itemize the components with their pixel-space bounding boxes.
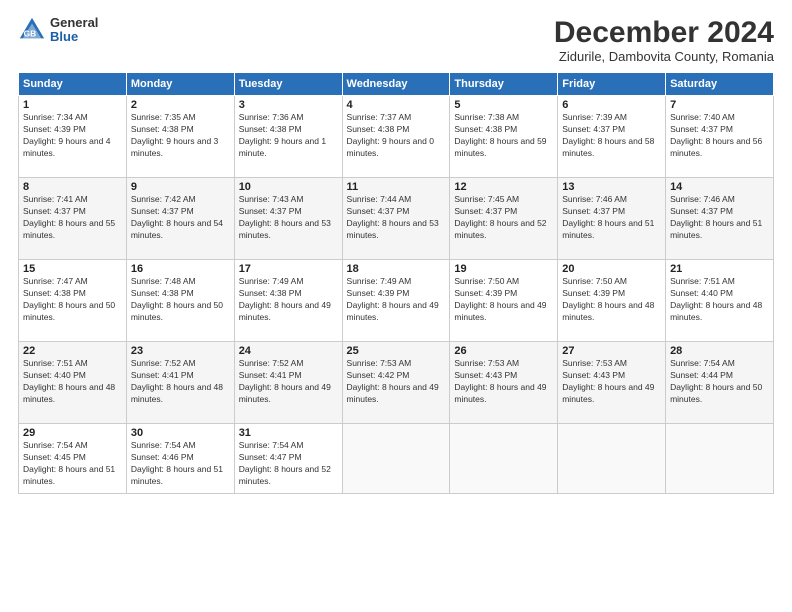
day-29: 29 Sunrise: 7:54 AM Sunset: 4:45 PM Dayl… <box>19 424 127 494</box>
logo: GB General Blue <box>18 16 98 45</box>
header: GB General Blue December 2024 Zidurile, … <box>18 16 774 64</box>
day-4: 4 Sunrise: 7:37 AM Sunset: 4:38 PM Dayli… <box>342 96 450 178</box>
day-26: 26 Sunrise: 7:53 AM Sunset: 4:43 PM Dayl… <box>450 342 558 424</box>
col-saturday: Saturday <box>666 73 774 96</box>
day-25: 25 Sunrise: 7:53 AM Sunset: 4:42 PM Dayl… <box>342 342 450 424</box>
logo-text: General Blue <box>50 16 98 45</box>
day-24: 24 Sunrise: 7:52 AM Sunset: 4:41 PM Dayl… <box>234 342 342 424</box>
day-28: 28 Sunrise: 7:54 AM Sunset: 4:44 PM Dayl… <box>666 342 774 424</box>
day-18: 18 Sunrise: 7:49 AM Sunset: 4:39 PM Dayl… <box>342 260 450 342</box>
col-sunday: Sunday <box>19 73 127 96</box>
day-10: 10 Sunrise: 7:43 AM Sunset: 4:37 PM Dayl… <box>234 178 342 260</box>
day-9: 9 Sunrise: 7:42 AM Sunset: 4:37 PM Dayli… <box>126 178 234 260</box>
empty-4 <box>666 424 774 494</box>
week-2: 8 Sunrise: 7:41 AM Sunset: 4:37 PM Dayli… <box>19 178 774 260</box>
logo-blue: Blue <box>50 30 98 44</box>
day-15: 15 Sunrise: 7:47 AM Sunset: 4:38 PM Dayl… <box>19 260 127 342</box>
col-wednesday: Wednesday <box>342 73 450 96</box>
week-1: 1 Sunrise: 7:34 AM Sunset: 4:39 PM Dayli… <box>19 96 774 178</box>
day-19: 19 Sunrise: 7:50 AM Sunset: 4:39 PM Dayl… <box>450 260 558 342</box>
day-16: 16 Sunrise: 7:48 AM Sunset: 4:38 PM Dayl… <box>126 260 234 342</box>
empty-2 <box>450 424 558 494</box>
day-11: 11 Sunrise: 7:44 AM Sunset: 4:37 PM Dayl… <box>342 178 450 260</box>
day-3: 3 Sunrise: 7:36 AM Sunset: 4:38 PM Dayli… <box>234 96 342 178</box>
day-23: 23 Sunrise: 7:52 AM Sunset: 4:41 PM Dayl… <box>126 342 234 424</box>
empty-3 <box>558 424 666 494</box>
week-5: 29 Sunrise: 7:54 AM Sunset: 4:45 PM Dayl… <box>19 424 774 494</box>
col-thursday: Thursday <box>450 73 558 96</box>
week-3: 15 Sunrise: 7:47 AM Sunset: 4:38 PM Dayl… <box>19 260 774 342</box>
day-5: 5 Sunrise: 7:38 AM Sunset: 4:38 PM Dayli… <box>450 96 558 178</box>
day-12: 12 Sunrise: 7:45 AM Sunset: 4:37 PM Dayl… <box>450 178 558 260</box>
day-14: 14 Sunrise: 7:46 AM Sunset: 4:37 PM Dayl… <box>666 178 774 260</box>
day-13: 13 Sunrise: 7:46 AM Sunset: 4:37 PM Dayl… <box>558 178 666 260</box>
day-31: 31 Sunrise: 7:54 AM Sunset: 4:47 PM Dayl… <box>234 424 342 494</box>
day-17: 17 Sunrise: 7:49 AM Sunset: 4:38 PM Dayl… <box>234 260 342 342</box>
logo-icon: GB <box>18 16 46 44</box>
week-4: 22 Sunrise: 7:51 AM Sunset: 4:40 PM Dayl… <box>19 342 774 424</box>
empty-1 <box>342 424 450 494</box>
subtitle: Zidurile, Dambovita County, Romania <box>554 49 774 64</box>
day-1: 1 Sunrise: 7:34 AM Sunset: 4:39 PM Dayli… <box>19 96 127 178</box>
day-7: 7 Sunrise: 7:40 AM Sunset: 4:37 PM Dayli… <box>666 96 774 178</box>
day-2: 2 Sunrise: 7:35 AM Sunset: 4:38 PM Dayli… <box>126 96 234 178</box>
day-22: 22 Sunrise: 7:51 AM Sunset: 4:40 PM Dayl… <box>19 342 127 424</box>
page: GB General Blue December 2024 Zidurile, … <box>0 0 792 612</box>
header-row: Sunday Monday Tuesday Wednesday Thursday… <box>19 73 774 96</box>
logo-general: General <box>50 16 98 30</box>
title-block: December 2024 Zidurile, Dambovita County… <box>554 16 774 64</box>
day-21: 21 Sunrise: 7:51 AM Sunset: 4:40 PM Dayl… <box>666 260 774 342</box>
month-title: December 2024 <box>554 16 774 49</box>
col-friday: Friday <box>558 73 666 96</box>
day-20: 20 Sunrise: 7:50 AM Sunset: 4:39 PM Dayl… <box>558 260 666 342</box>
svg-text:GB: GB <box>24 29 37 39</box>
calendar: Sunday Monday Tuesday Wednesday Thursday… <box>18 72 774 494</box>
day-30: 30 Sunrise: 7:54 AM Sunset: 4:46 PM Dayl… <box>126 424 234 494</box>
day-8: 8 Sunrise: 7:41 AM Sunset: 4:37 PM Dayli… <box>19 178 127 260</box>
col-tuesday: Tuesday <box>234 73 342 96</box>
day-6: 6 Sunrise: 7:39 AM Sunset: 4:37 PM Dayli… <box>558 96 666 178</box>
col-monday: Monday <box>126 73 234 96</box>
day-27: 27 Sunrise: 7:53 AM Sunset: 4:43 PM Dayl… <box>558 342 666 424</box>
